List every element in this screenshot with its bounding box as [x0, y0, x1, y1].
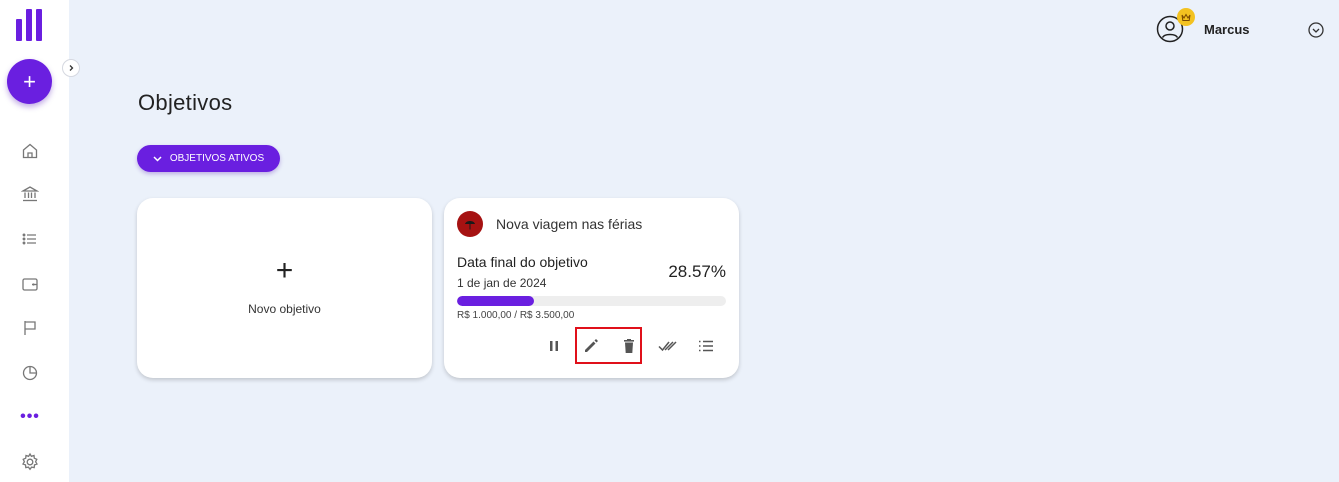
bank-icon[interactable]	[19, 183, 41, 205]
new-goal-label: Novo objetivo	[248, 302, 321, 316]
flag-icon[interactable]	[19, 317, 41, 339]
goal-percent: 28.57%	[668, 262, 726, 281]
home-icon[interactable]	[19, 140, 41, 162]
sidebar: + •••	[0, 0, 69, 482]
goal-progress-bar	[457, 296, 726, 306]
more-icon[interactable]: •••	[19, 408, 41, 426]
wallet-icon[interactable]	[19, 273, 41, 295]
goal-date-label: Data final do objetivo	[457, 254, 588, 270]
new-goal-card[interactable]: + Novo objetivo	[137, 198, 432, 378]
user-name[interactable]: Marcus	[1204, 22, 1250, 37]
beach-umbrella-icon	[457, 211, 483, 237]
pause-icon[interactable]	[542, 334, 566, 358]
plus-icon: +	[275, 254, 294, 287]
chevron-right-icon	[69, 65, 74, 71]
highlight-box	[575, 327, 642, 364]
active-goals-filter-button[interactable]: OBJETIVOS ATIVOS	[137, 145, 280, 172]
goal-date-value: 1 de jan de 2024	[457, 276, 547, 290]
goal-title: Nova viagem nas férias	[496, 216, 643, 232]
list-icon[interactable]	[19, 228, 41, 250]
chevron-down-icon	[153, 154, 162, 164]
goal-amount: R$ 1.000,00 / R$ 3.500,00	[457, 310, 575, 321]
filter-label: OBJETIVOS ATIVOS	[169, 153, 265, 164]
add-transaction-button[interactable]: +	[7, 59, 52, 104]
plus-icon: +	[23, 68, 36, 94]
goal-progress-fill	[457, 296, 534, 306]
user-menu-chevron-icon[interactable]	[1308, 22, 1324, 38]
page-title: Objetivos	[138, 90, 233, 115]
sidebar-expand-button[interactable]	[62, 59, 80, 77]
app-logo[interactable]	[16, 9, 46, 41]
crown-icon	[1177, 8, 1195, 26]
done-all-icon[interactable]	[656, 334, 680, 358]
list-icon[interactable]	[694, 334, 718, 358]
settings-icon[interactable]	[19, 451, 41, 473]
pie-chart-icon[interactable]	[19, 362, 41, 384]
